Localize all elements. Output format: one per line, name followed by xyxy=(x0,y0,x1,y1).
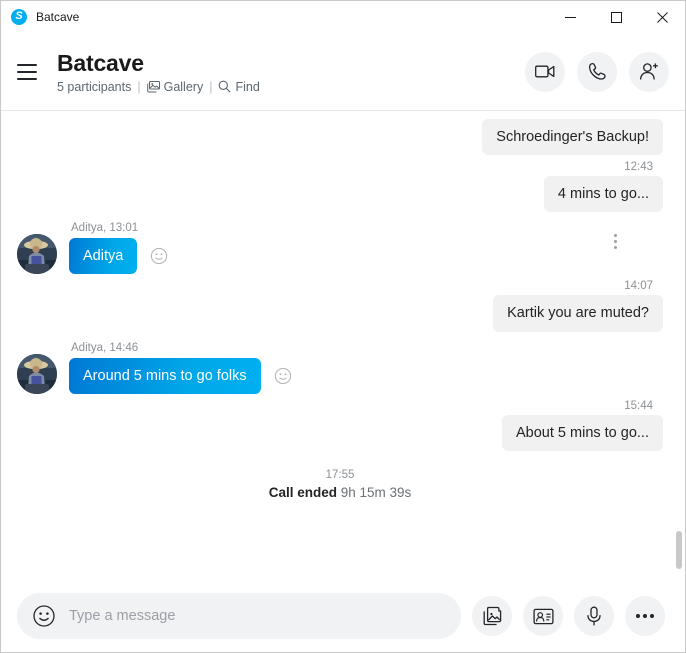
add-people-button[interactable] xyxy=(629,51,669,92)
hamburger-menu-icon[interactable] xyxy=(9,54,45,90)
close-button[interactable] xyxy=(639,1,685,33)
message-timestamp: 12:43 xyxy=(624,161,653,174)
window-title: Batcave xyxy=(36,9,80,24)
more-options-button[interactable] xyxy=(625,596,665,636)
avatar[interactable] xyxy=(17,234,57,275)
message-row: Kartik you are muted? xyxy=(17,295,663,332)
message-input-wrapper[interactable] xyxy=(17,593,461,639)
call-duration: 9h 15m 39s xyxy=(340,484,412,500)
message-row: Aditya, 13:01 Aditya xyxy=(17,216,663,275)
message-scrollbar[interactable] xyxy=(675,111,683,580)
page-title: Batcave xyxy=(57,49,144,76)
message-input[interactable] xyxy=(69,608,447,624)
emoji-reaction-icon[interactable] xyxy=(149,246,169,266)
add-people-icon xyxy=(639,63,658,80)
title-bar-left: S Batcave xyxy=(1,8,80,25)
chat-subline: 5 participants | Gallery | Find xyxy=(57,80,525,94)
window-controls xyxy=(547,1,685,33)
call-ended-label: Call ended xyxy=(268,484,337,500)
find-link[interactable]: Find xyxy=(218,79,260,94)
message-row: 4 mins to go... xyxy=(17,176,663,213)
chat-header-info: Batcave 5 participants | Gallery | Find xyxy=(51,50,525,94)
message-bubble[interactable]: Around 5 mins to go folks xyxy=(69,357,261,394)
message-bubble[interactable]: Aditya xyxy=(69,238,138,275)
microphone-button[interactable] xyxy=(574,596,614,636)
audio-call-icon xyxy=(588,62,606,80)
sender-name: Aditya, 14:46 xyxy=(71,341,139,354)
avatar[interactable] xyxy=(17,353,57,394)
contact-card-button[interactable] xyxy=(523,596,563,636)
skype-logo-icon: S xyxy=(11,8,27,25)
maximize-button[interactable] xyxy=(593,1,639,33)
message-bubble[interactable]: 4 mins to go... xyxy=(543,176,663,213)
bubble-line: Aditya xyxy=(69,238,169,275)
search-icon xyxy=(218,80,232,93)
subline-separator-2: | xyxy=(209,79,213,94)
participants-link[interactable]: 5 participants xyxy=(57,80,131,94)
sender-block: Aditya, 14:46 Around 5 mins to go folks xyxy=(17,342,293,394)
microphone-icon xyxy=(587,606,601,625)
message-row: Aditya, 14:46 Around 5 mins to go folks xyxy=(17,336,663,394)
emoji-reaction-icon[interactable] xyxy=(273,366,293,386)
audio-call-button[interactable] xyxy=(577,51,617,92)
message-timestamp: 14:07 xyxy=(624,280,653,293)
message-row: Schroedinger's Backup! xyxy=(17,119,663,156)
message-row: About 5 mins to go... xyxy=(17,414,663,451)
system-event-time: 17:55 xyxy=(325,468,355,481)
subline-separator-1: | xyxy=(137,79,141,94)
gallery-label: Gallery xyxy=(163,79,204,94)
media-gallery-button[interactable] xyxy=(472,596,512,636)
bubble-line: Around 5 mins to go folks xyxy=(69,357,293,394)
message-composer xyxy=(1,580,685,652)
message-timestamp: 15:44 xyxy=(624,399,653,412)
emoji-picker-icon[interactable] xyxy=(31,603,57,629)
scrollbar-thumb[interactable] xyxy=(676,531,682,569)
gallery-icon xyxy=(146,80,160,93)
call-ended-event: 17:55 Call ended 9h 15m 39s xyxy=(17,469,663,500)
message-bubble[interactable]: About 5 mins to go... xyxy=(502,414,663,451)
message-options-icon[interactable] xyxy=(610,230,621,253)
gallery-link[interactable]: Gallery xyxy=(146,79,204,94)
message-list[interactable]: Schroedinger's Backup! 12:43 4 mins to g… xyxy=(1,111,685,580)
video-call-icon xyxy=(535,65,555,78)
skype-chat-window: S Batcave Batcave 5 participants | Galle… xyxy=(0,0,686,653)
header-actions xyxy=(525,51,669,92)
message-bubble[interactable]: Schroedinger's Backup! xyxy=(482,119,663,156)
close-icon xyxy=(656,11,668,23)
contact-card-icon xyxy=(532,608,554,624)
sender-column: Aditya, 14:46 Around 5 mins to go folks xyxy=(69,342,293,394)
media-gallery-icon xyxy=(483,606,501,626)
find-label: Find xyxy=(235,79,260,94)
chat-header: Batcave 5 participants | Gallery | Find xyxy=(1,33,685,111)
title-bar: S Batcave xyxy=(1,1,685,33)
sender-block: Aditya, 13:01 Aditya xyxy=(17,222,169,275)
minimize-icon xyxy=(564,16,576,18)
sender-column: Aditya, 13:01 Aditya xyxy=(69,222,169,275)
minimize-button[interactable] xyxy=(547,1,593,33)
video-call-button[interactable] xyxy=(525,51,565,92)
system-event-text: Call ended 9h 15m 39s xyxy=(269,485,412,500)
message-bubble[interactable]: Kartik you are muted? xyxy=(493,295,663,332)
sender-name: Aditya, 13:01 xyxy=(71,222,139,235)
maximize-icon xyxy=(610,11,622,23)
skype-logo-letter: S xyxy=(15,10,23,22)
more-options-icon xyxy=(636,614,654,618)
